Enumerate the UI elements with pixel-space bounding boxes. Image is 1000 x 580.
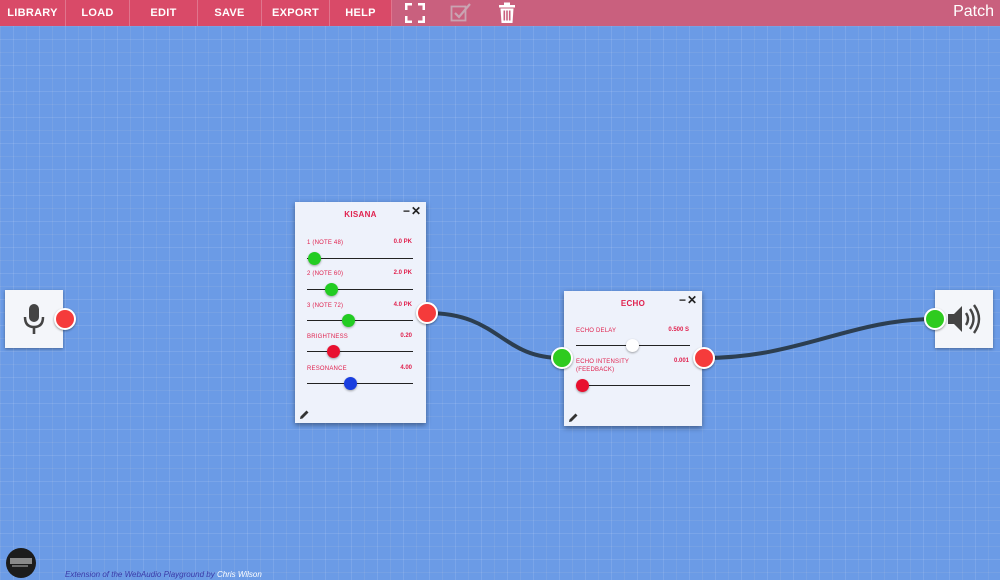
close-icon[interactable]: ✕	[687, 294, 697, 306]
pencil-icon[interactable]	[568, 412, 579, 423]
slider-thumb[interactable]	[327, 345, 340, 358]
param-value: 4.0 PK	[393, 302, 412, 308]
echo-module[interactable]: ECHO − ✕ ECHO DELAY 0.500 S ECHO INTENSI…	[564, 291, 702, 426]
slider-thumb[interactable]	[344, 377, 357, 390]
param-label: RESONANCE	[307, 366, 347, 372]
footer-text: Extension of the WebAudio Playground by	[65, 570, 215, 579]
minimize-icon[interactable]: −	[679, 294, 686, 306]
logo	[6, 548, 36, 578]
cable-echo-to-output	[703, 317, 936, 360]
minimize-icon[interactable]: −	[403, 205, 410, 217]
patch-cables	[426, 311, 936, 360]
param-value: 0.001	[673, 358, 689, 364]
param-value: 0.500 S	[668, 327, 689, 333]
speaker-icon	[948, 304, 981, 334]
param-label: 1 (NOTE 48)	[307, 240, 344, 246]
param-label: BRIGHTNESS	[307, 334, 349, 340]
microphone-icon	[23, 304, 45, 334]
param-value: 0.0 PK	[393, 239, 412, 245]
output-node-input-port[interactable]	[924, 308, 946, 330]
input-node-output-port[interactable]	[54, 308, 76, 330]
kisana-module[interactable]: KISANA − ✕ 1 (NOTE 48) 0.0 PK 2 (NOTE 60…	[295, 202, 426, 423]
param-label: ECHO DELAY	[576, 328, 617, 334]
pencil-icon[interactable]	[299, 409, 310, 420]
slider-track[interactable]	[307, 351, 413, 352]
slider-thumb[interactable]	[626, 339, 639, 352]
param-label: 2 (NOTE 60)	[307, 271, 344, 277]
slider-thumb[interactable]	[342, 314, 355, 327]
param-value: 0.20	[400, 333, 412, 339]
slider-track[interactable]	[307, 258, 413, 259]
cable-kisana-to-echo	[426, 311, 563, 360]
footer-credit: Extension of the WebAudio Playground by …	[65, 570, 262, 579]
slider-track[interactable]	[576, 385, 690, 386]
kisana-output-port[interactable]	[416, 302, 438, 324]
echo-output-port[interactable]	[693, 347, 715, 369]
author-link[interactable]: Chris Wilson	[217, 570, 262, 579]
param-value: 4.00	[400, 365, 412, 371]
param-label: 3 (NOTE 72)	[307, 303, 344, 309]
slider-thumb[interactable]	[325, 283, 338, 296]
close-icon[interactable]: ✕	[411, 205, 421, 217]
slider-track[interactable]	[307, 289, 413, 290]
slider-track[interactable]	[307, 383, 413, 384]
slider-thumb[interactable]	[576, 379, 589, 392]
slider-thumb[interactable]	[308, 252, 321, 265]
echo-input-port[interactable]	[551, 347, 573, 369]
param-label: ECHO INTENSITY (FEEDBACK)	[576, 359, 630, 373]
slider-track[interactable]	[307, 320, 413, 321]
param-value: 2.0 PK	[393, 270, 412, 276]
